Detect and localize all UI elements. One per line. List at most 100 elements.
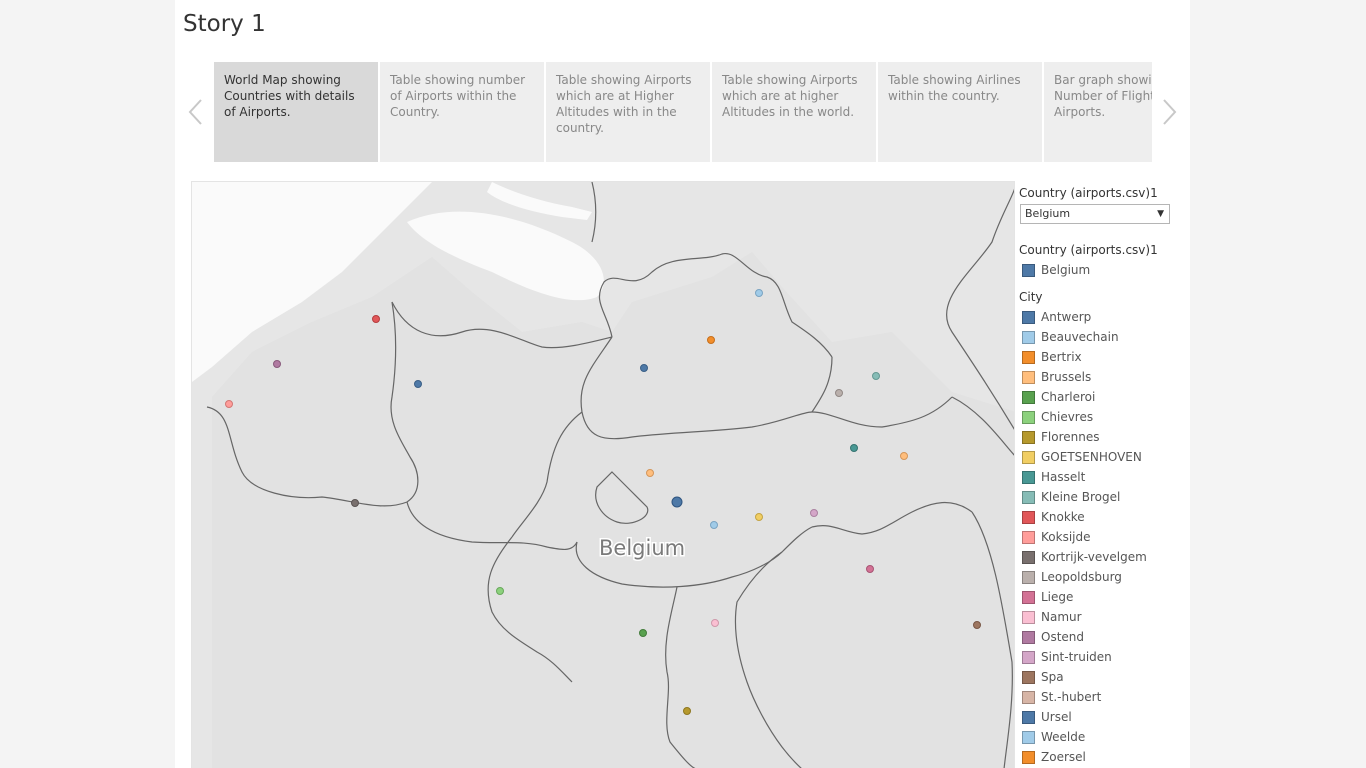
legend-label: Spa (1041, 670, 1064, 684)
legend-item-city[interactable]: Ostend (1022, 629, 1084, 645)
airport-marker-ursel[interactable] (414, 380, 422, 388)
legend-item-city[interactable]: Namur (1022, 609, 1082, 625)
airport-marker-namur[interactable] (711, 619, 719, 627)
legend-swatch (1022, 550, 1035, 564)
airport-marker-charleroi[interactable] (639, 629, 647, 637)
airport-marker-liege[interactable] (866, 565, 874, 573)
legend-item-city[interactable]: Charleroi (1022, 389, 1095, 405)
airport-marker-koksijde[interactable] (225, 400, 233, 408)
legend-item-city[interactable]: Spa (1022, 669, 1064, 685)
legend-item-city[interactable]: Ursel (1022, 709, 1072, 725)
legend-item-city[interactable]: Kortrijk-vevelgem (1022, 549, 1147, 565)
story-point-4[interactable]: Table showing Airports which are at high… (712, 62, 876, 162)
legend-item-city[interactable]: Beauvechain (1022, 329, 1119, 345)
legend-swatch (1022, 730, 1035, 744)
country-map-label: Belgium (599, 536, 685, 560)
legend-label: Knokke (1041, 510, 1085, 524)
legend-label: Charleroi (1041, 390, 1096, 404)
land-area (212, 252, 1014, 768)
legend-swatch (1022, 490, 1035, 504)
legend-swatch (1022, 570, 1035, 584)
airport-marker-knokke[interactable] (372, 315, 380, 323)
legend-item-city[interactable]: Sint-truiden (1022, 649, 1112, 665)
legend-swatch (1022, 670, 1035, 684)
story-title: Story 1 (183, 11, 266, 37)
story-point-label: Table showing Airlines within the countr… (888, 73, 1021, 103)
legend-label: Kleine Brogel (1041, 490, 1121, 504)
airport-marker-goetsenhoven[interactable] (755, 513, 763, 521)
belgium-map[interactable]: Belgium (191, 181, 1015, 768)
legend-swatch (1022, 710, 1035, 724)
legend-label: Bertrix (1041, 350, 1082, 364)
story-point-3[interactable]: Table showing Airports which are at High… (546, 62, 710, 162)
airport-marker-antwerp[interactable] (640, 364, 648, 372)
legend-item-city[interactable]: Liege (1022, 589, 1073, 605)
story-point-1[interactable]: World Map showing Countries with details… (214, 62, 378, 162)
legend-swatch (1022, 350, 1035, 364)
story-point-6[interactable]: Bar graph showing Number of Flights Airp… (1044, 62, 1152, 162)
legend-swatch (1022, 610, 1035, 624)
chevron-left-icon (188, 99, 202, 125)
legend-item-city[interactable]: Florennes (1022, 429, 1099, 445)
legend-item-city[interactable]: Brussels (1022, 369, 1091, 385)
airport-marker-florennes[interactable] (683, 707, 691, 715)
next-story-point-button[interactable] (1157, 96, 1181, 128)
legend-swatch (1022, 310, 1035, 324)
story-point-label: World Map showing Countries with details… (224, 73, 355, 119)
airport-marker-kleine-brogel[interactable] (872, 372, 880, 380)
legend-swatch (1022, 263, 1035, 277)
legend-label: Florennes (1041, 430, 1100, 444)
story-point-2[interactable]: Table showing number of Airports within … (380, 62, 544, 162)
legend-item-city[interactable]: Antwerp (1022, 309, 1091, 325)
legend-item-city[interactable]: Leopoldsburg (1022, 569, 1122, 585)
story-point-label: Table showing Airports which are at High… (556, 73, 692, 135)
legend-item-city[interactable]: Chievres (1022, 409, 1093, 425)
airport-marker-leopoldsburg[interactable] (835, 389, 843, 397)
river-channel (487, 182, 592, 220)
story-page: Story 1 World Map showing Countries with… (175, 0, 1190, 768)
airport-marker-beauvechain[interactable] (710, 521, 718, 529)
airport-marker-spa[interactable] (973, 621, 981, 629)
airport-marker-brussels[interactable] (646, 469, 654, 477)
airport-marker-st-hubert[interactable] (900, 452, 908, 460)
airport-marker-chievres[interactable] (496, 587, 504, 595)
caret-down-icon: ▼ (1157, 209, 1164, 219)
previous-story-point-button[interactable] (184, 96, 208, 128)
legend-swatch (1022, 390, 1035, 404)
chevron-right-icon (1163, 99, 1177, 125)
legend-item-city[interactable]: Kleine Brogel (1022, 489, 1120, 505)
filter-legend-panel: Country (airports.csv)1 Belgium ▼ Countr… (1019, 186, 1190, 768)
legend-item-city[interactable]: Weelde (1022, 729, 1085, 745)
legend-item-city[interactable]: Bertrix (1022, 349, 1082, 365)
legend-label: Leopoldsburg (1041, 570, 1122, 584)
legend-swatch (1022, 630, 1035, 644)
legend-item-city[interactable]: Koksijde (1022, 529, 1090, 545)
airport-marker-hasselt[interactable] (850, 444, 858, 452)
legend-item-city[interactable]: St.-hubert (1022, 689, 1101, 705)
legend-swatch (1022, 410, 1035, 424)
legend-swatch (1022, 590, 1035, 604)
legend-item-belgium[interactable]: Belgium (1022, 262, 1090, 278)
legend-swatch (1022, 370, 1035, 384)
airport-marker-ostend[interactable] (273, 360, 281, 368)
airport-marker-weelde[interactable] (755, 289, 763, 297)
legend-item-city[interactable]: Hasselt (1022, 469, 1085, 485)
legend-label: Liege (1041, 590, 1074, 604)
legend-swatch (1022, 750, 1035, 764)
legend-item-city[interactable]: Knokke (1022, 509, 1085, 525)
airport-marker-bertrix[interactable] (707, 336, 715, 344)
legend-swatch (1022, 510, 1035, 524)
legend-label: Belgium (1041, 263, 1091, 277)
legend-item-city[interactable]: Zoersel (1022, 749, 1086, 765)
legend-item-city[interactable]: GOETSENHOVEN (1022, 449, 1142, 465)
airport-marker-sint-truiden[interactable] (810, 509, 818, 517)
airport-marker-selected-brussels[interactable] (671, 496, 683, 508)
story-point-5[interactable]: Table showing Airlines within the countr… (878, 62, 1042, 162)
country-filter-dropdown[interactable]: Belgium ▼ (1020, 204, 1170, 224)
legend-label: Ostend (1041, 630, 1085, 644)
story-points-strip: World Map showing Countries with details… (214, 62, 1152, 162)
legend-label: Beauvechain (1041, 330, 1119, 344)
airport-marker-kortrijk-vevelgem[interactable] (351, 499, 359, 507)
city-legend-title: City (1019, 290, 1043, 304)
legend-label: Brussels (1041, 370, 1092, 384)
